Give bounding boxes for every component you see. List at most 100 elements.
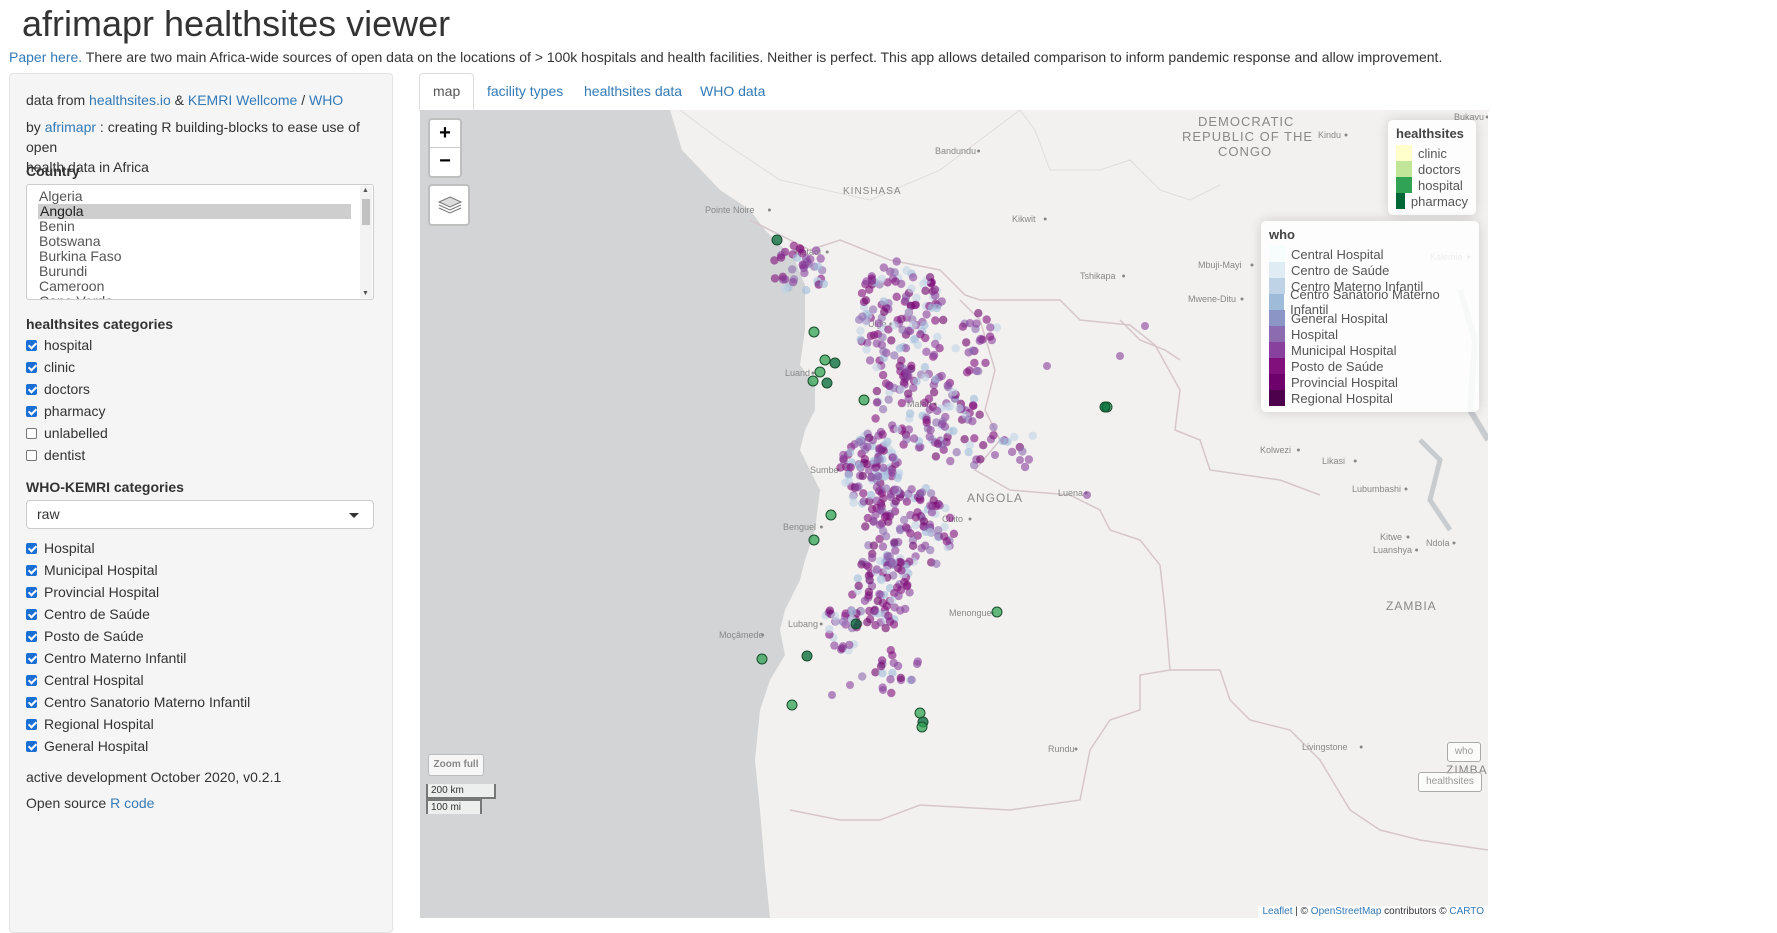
facility-marker[interactable] — [931, 452, 941, 461]
checkbox-row[interactable]: Central Hospital — [26, 669, 144, 691]
facility-marker[interactable] — [879, 263, 888, 272]
checkbox-row[interactable]: doctors — [26, 378, 90, 400]
facility-marker[interactable] — [906, 529, 915, 538]
facility-marker[interactable] — [879, 347, 888, 356]
scroll-up-arrow-icon[interactable]: ▲ — [362, 187, 369, 194]
facility-marker[interactable] — [896, 385, 906, 394]
checkbox-row[interactable]: pharmacy — [26, 400, 105, 422]
facility-marker[interactable] — [916, 330, 925, 339]
checkbox-row[interactable]: Centro de Saúde — [26, 603, 150, 625]
facility-marker[interactable] — [890, 321, 899, 330]
tab-healthsites-data[interactable]: healthsites data — [571, 73, 695, 109]
facility-marker[interactable] — [905, 409, 915, 418]
facility-marker[interactable] — [814, 366, 826, 378]
facility-marker[interactable] — [878, 405, 888, 414]
facility-marker[interactable] — [979, 441, 988, 450]
facility-marker[interactable] — [902, 497, 912, 506]
facility-marker[interactable] — [907, 284, 916, 293]
country-option[interactable]: Algeria — [27, 189, 351, 204]
facility-marker[interactable] — [862, 277, 871, 286]
facility-marker[interactable] — [946, 456, 955, 466]
country-option[interactable]: Burundi — [27, 264, 351, 279]
facility-marker[interactable] — [796, 245, 805, 254]
facility-marker[interactable] — [825, 625, 834, 634]
facility-marker[interactable] — [921, 286, 930, 295]
checkbox-row[interactable]: Posto de Saúde — [26, 625, 144, 647]
facility-marker[interactable] — [1141, 322, 1149, 330]
facility-marker[interactable] — [926, 528, 935, 537]
checkbox[interactable] — [26, 740, 37, 752]
healthsites-link[interactable]: healthsites.io — [89, 92, 171, 108]
facility-marker[interactable] — [982, 315, 991, 324]
checkbox-row[interactable]: Provincial Hospital — [26, 581, 159, 603]
facility-marker[interactable] — [912, 377, 921, 386]
facility-marker[interactable] — [887, 336, 896, 345]
facility-marker[interactable] — [848, 492, 857, 501]
facility-marker[interactable] — [846, 463, 855, 472]
facility-marker[interactable] — [871, 414, 880, 423]
facility-marker[interactable] — [949, 426, 958, 436]
facility-marker[interactable] — [872, 339, 881, 348]
facility-marker[interactable] — [877, 576, 886, 585]
facility-marker[interactable] — [866, 490, 876, 500]
checkbox[interactable] — [26, 564, 37, 576]
facility-marker[interactable] — [853, 574, 862, 583]
facility-marker[interactable] — [871, 463, 880, 472]
facility-marker[interactable] — [881, 623, 890, 633]
facility-marker[interactable] — [904, 371, 913, 380]
who-category-select[interactable]: raw — [26, 500, 374, 529]
facility-marker[interactable] — [881, 532, 891, 541]
facility-marker[interactable] — [868, 305, 878, 314]
facility-marker[interactable] — [922, 418, 931, 427]
facility-marker[interactable] — [883, 437, 892, 446]
facility-marker[interactable] — [861, 296, 871, 305]
facility-marker[interactable] — [861, 522, 870, 531]
facility-marker[interactable] — [856, 335, 865, 344]
facility-marker[interactable] — [910, 300, 920, 310]
facility-marker[interactable] — [828, 691, 836, 699]
checkbox-row[interactable]: Centro Sanatorio Materno Infantil — [26, 691, 250, 713]
facility-marker[interactable] — [869, 541, 879, 550]
facility-marker[interactable] — [970, 434, 979, 443]
facility-marker[interactable] — [865, 356, 875, 365]
facility-marker[interactable] — [879, 297, 888, 306]
facility-marker[interactable] — [989, 431, 998, 440]
facility-marker[interactable] — [848, 607, 857, 616]
checkbox-row[interactable]: Regional Hospital — [26, 713, 154, 735]
carto-link[interactable]: CARTO — [1449, 906, 1484, 917]
facility-marker[interactable] — [945, 402, 955, 411]
facility-marker[interactable] — [924, 394, 934, 403]
facility-marker[interactable] — [801, 650, 813, 662]
facility-marker[interactable] — [932, 406, 942, 416]
kemri-link[interactable]: KEMRI Wellcome — [188, 92, 297, 108]
facility-marker[interactable] — [786, 699, 798, 711]
facility-marker[interactable] — [912, 293, 921, 302]
facility-marker[interactable] — [998, 436, 1007, 446]
facility-marker[interactable] — [922, 310, 931, 319]
facility-marker[interactable] — [907, 485, 916, 494]
facility-marker[interactable] — [844, 470, 853, 479]
paper-link[interactable]: Paper here. — [9, 49, 82, 65]
facility-marker[interactable] — [940, 532, 949, 541]
facility-marker[interactable] — [802, 254, 811, 263]
facility-marker[interactable] — [854, 581, 863, 590]
leaflet-link[interactable]: Leaflet — [1262, 906, 1292, 917]
facility-marker[interactable] — [890, 538, 899, 547]
facility-marker[interactable] — [863, 442, 872, 452]
facility-marker[interactable] — [897, 314, 906, 324]
facility-marker[interactable] — [904, 308, 913, 317]
zoom-full-button[interactable]: Zoom full — [428, 754, 484, 776]
facility-marker[interactable] — [896, 673, 905, 683]
facility-marker[interactable] — [888, 453, 897, 462]
country-option[interactable]: Cameroon — [27, 279, 351, 294]
facility-marker[interactable] — [878, 542, 888, 551]
facility-marker[interactable] — [974, 367, 983, 376]
facility-marker[interactable] — [904, 425, 914, 434]
facility-marker[interactable] — [829, 357, 841, 369]
facility-marker[interactable] — [926, 501, 935, 510]
facility-marker[interactable] — [1024, 455, 1034, 464]
scroll-down-arrow-icon[interactable]: ▼ — [362, 290, 369, 297]
facility-marker[interactable] — [968, 417, 977, 426]
facility-marker[interactable] — [1099, 401, 1111, 413]
facility-marker[interactable] — [858, 672, 867, 681]
